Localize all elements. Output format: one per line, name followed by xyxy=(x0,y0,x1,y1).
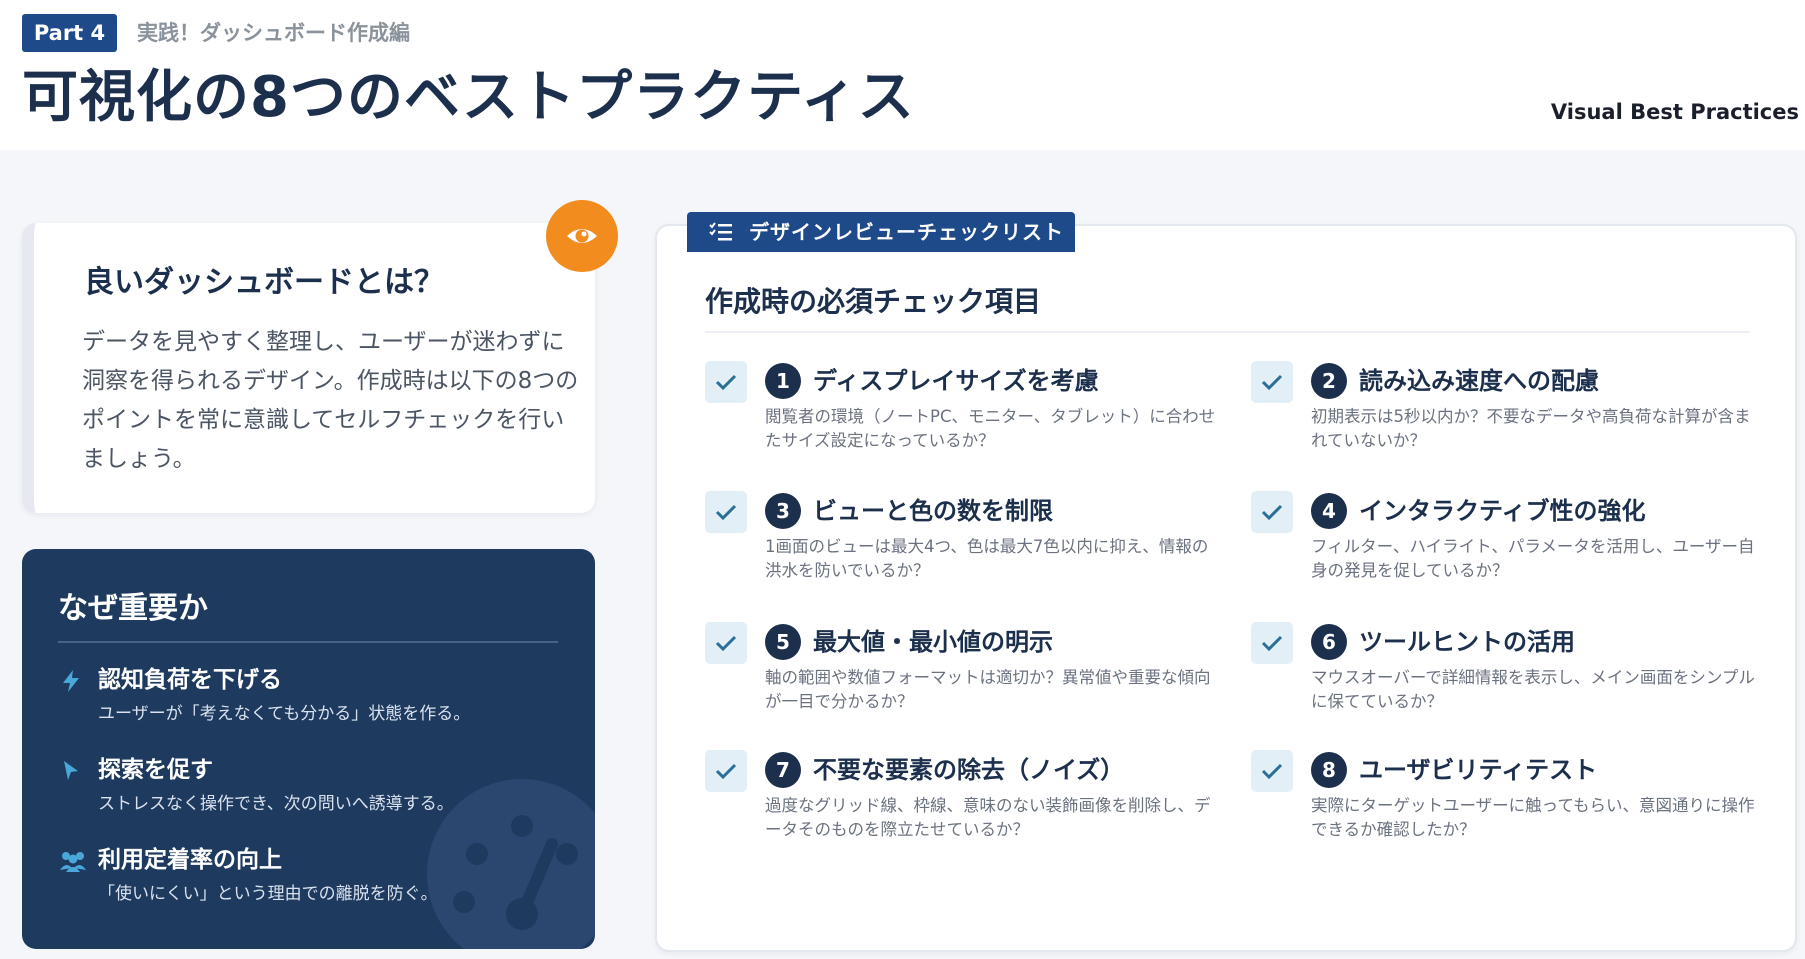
item-description: 過度なグリッド線、枠線、意味のない装飾画像を削除し、データそのものを際立たせてい… xyxy=(765,796,1211,839)
header: Part 4 実践！ダッシュボード作成編 可視化の8つのベストプラクティス Vi… xyxy=(0,0,1805,150)
checklist-item: 4 インタラクティブ性の強化 フィルター、ハイライト、パラメータを活用し、ユーザ… xyxy=(1251,491,1771,591)
page-title: 可視化の8つのベストプラクティス xyxy=(22,65,915,130)
item-number: 2 xyxy=(1311,363,1347,399)
item-number: 8 xyxy=(1311,752,1347,788)
check-icon xyxy=(1251,361,1293,403)
checklist-tab-label: デザインレビューチェックリスト xyxy=(749,220,1064,244)
english-title: Visual Best Practices xyxy=(1550,100,1799,124)
item-description: マウスオーバーで詳細情報を表示し、メイン画面をシンプルに保てているか？ xyxy=(1311,668,1755,711)
eye-icon xyxy=(546,200,618,272)
why-item-heading: 探索を促す xyxy=(98,757,213,783)
intro-body: データを見やすく整理し、ユーザーが迷わずに洞察を得られるデザイン。作成時は以下の… xyxy=(82,329,579,472)
check-icon xyxy=(705,491,747,533)
item-title: ディスプレイサイズを考慮 xyxy=(813,367,1099,395)
divider xyxy=(58,641,558,643)
check-icon xyxy=(705,622,747,664)
checklist-item: 3 ビューと色の数を制限 1画面のビューは最大4つ、色は最大7色以内に抑え、情報… xyxy=(705,491,1225,591)
why-title: なぜ重要か xyxy=(58,591,208,626)
intro-title: 良いダッシュボードとは？ xyxy=(84,265,444,300)
item-number: 1 xyxy=(765,363,801,399)
item-title: 読み込み速度への配慮 xyxy=(1359,367,1599,395)
item-description: フィルター、ハイライト、パラメータを活用し、ユーザー自身の発見を促しているか？ xyxy=(1311,537,1755,580)
why-item-subtext: ストレスなく操作でき、次の問いへ誘導する。 xyxy=(98,794,454,814)
lightning-icon xyxy=(63,670,79,692)
why-item-heading: 利用定着率の向上 xyxy=(98,847,282,873)
checklist-tab: デザインレビューチェックリスト xyxy=(687,212,1075,252)
cursor-icon xyxy=(64,761,78,780)
item-description: 1画面のビューは最大4つ、色は最大7色以内に抑え、情報の洪水を防いでいるか？ xyxy=(765,537,1209,580)
list-check-icon xyxy=(709,222,732,241)
item-title: ツールヒントの活用 xyxy=(1359,628,1575,656)
divider xyxy=(705,331,1750,333)
checklist-item: 1 ディスプレイサイズを考慮 閲覧者の環境（ノートPC、モニター、タブレット）に… xyxy=(705,361,1225,461)
intro-card: 良いダッシュボードとは？ データを見やすく整理し、ユーザーが迷わずに洞察を得られ… xyxy=(22,223,595,513)
why-important-card: なぜ重要か 認知負荷を下げる ユーザーが「考えなくても分かる」状態を作る。 探索… xyxy=(22,549,595,949)
checklist-card: 作成時の必須チェック項目 1 ディスプレイサイズを考慮 閲覧者の環境（ノートPC… xyxy=(655,224,1797,952)
item-title: ビューと色の数を制限 xyxy=(813,497,1053,525)
item-title: 最大値・最小値の明示 xyxy=(813,628,1053,656)
check-icon xyxy=(1251,491,1293,533)
item-title: ユーザビリティテスト xyxy=(1359,756,1598,784)
item-description: 初期表示は5秒以内か？不要なデータや高負荷な計算が含まれていないか？ xyxy=(1311,407,1751,450)
item-description: 軸の範囲や数値フォーマットは適切か？異常値や重要な傾向が一目で分かるか？ xyxy=(765,668,1211,711)
checklist-item: 7 不要な要素の除去（ノイズ） 過度なグリッド線、枠線、意味のない装飾画像を削除… xyxy=(705,750,1225,850)
checklist-item: 2 読み込み速度への配慮 初期表示は5秒以内か？不要なデータや高負荷な計算が含ま… xyxy=(1251,361,1771,461)
item-description: 閲覧者の環境（ノートPC、モニター、タブレット）に合わせたサイズ設定になっている… xyxy=(765,407,1216,450)
item-title: インタラクティブ性の強化 xyxy=(1359,497,1646,525)
checklist-item: 5 最大値・最小値の明示 軸の範囲や数値フォーマットは適切か？異常値や重要な傾向… xyxy=(705,622,1225,722)
check-icon xyxy=(705,361,747,403)
checklist-heading: 作成時の必須チェック項目 xyxy=(705,285,1042,318)
section-subtitle: 実践！ダッシュボード作成編 xyxy=(137,21,410,45)
checklist-item: 6 ツールヒントの活用 マウスオーバーで詳細情報を表示し、メイン画面をシンプルに… xyxy=(1251,622,1771,722)
why-item-heading: 認知負荷を下げる xyxy=(98,667,282,693)
part-badge: Part 4 xyxy=(22,14,117,52)
check-icon xyxy=(1251,750,1293,792)
check-icon xyxy=(1251,622,1293,664)
item-number: 4 xyxy=(1311,493,1347,529)
checklist-item: 8 ユーザビリティテスト 実際にターゲットユーザーに触ってもらい、意図通りに操作… xyxy=(1251,750,1771,850)
item-number: 6 xyxy=(1311,624,1347,660)
item-number: 5 xyxy=(765,624,801,660)
item-title: 不要な要素の除去（ノイズ） xyxy=(813,756,1125,784)
item-description: 実際にターゲットユーザーに触ってもらい、意図通りに操作できるか確認したか？ xyxy=(1311,796,1755,839)
item-number: 3 xyxy=(765,493,801,529)
users-icon xyxy=(60,852,86,872)
why-item-subtext: ユーザーが「考えなくても分かる」状態を作る。 xyxy=(98,704,471,724)
check-icon xyxy=(705,750,747,792)
item-number: 7 xyxy=(765,752,801,788)
why-item-subtext: 「使いにくい」という理由での離脱を防ぐ。 xyxy=(98,884,438,904)
